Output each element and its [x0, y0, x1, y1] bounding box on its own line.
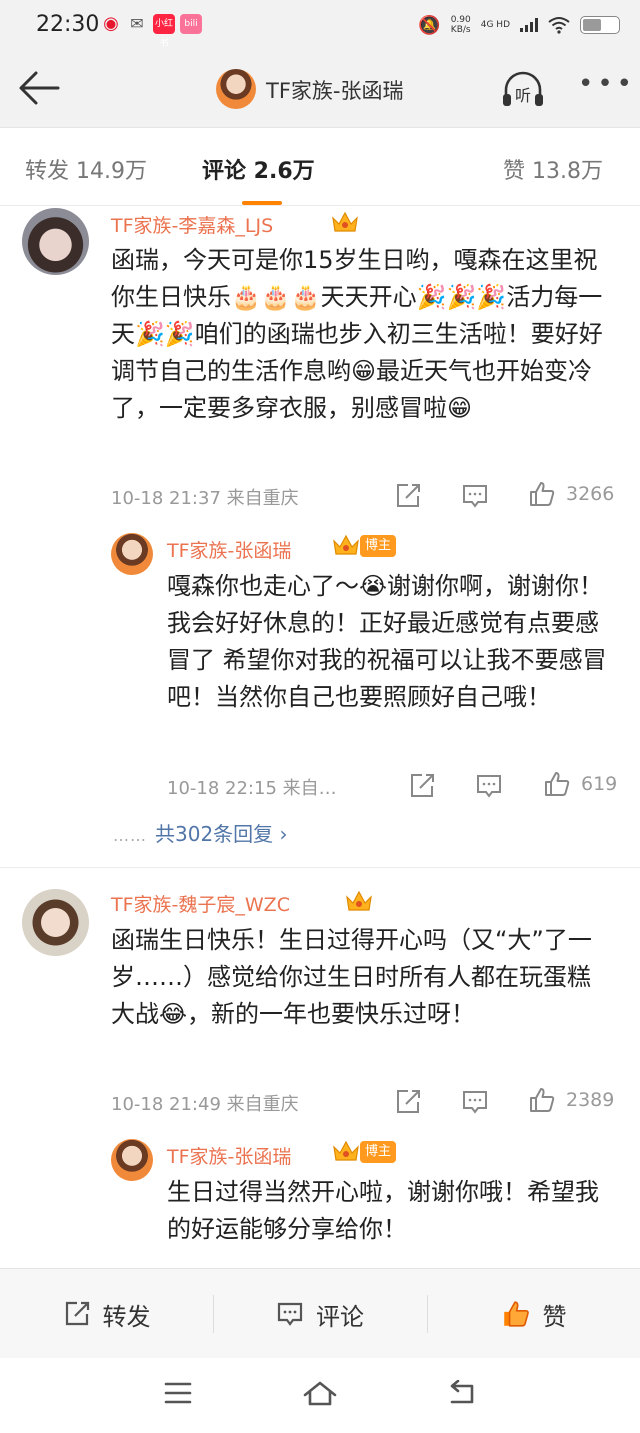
comment-icon	[277, 1302, 303, 1326]
signal-icon	[520, 18, 538, 32]
svg-text:听: 听	[515, 86, 531, 105]
like-button[interactable]: 赞	[427, 1269, 640, 1359]
tab-like[interactable]: 赞 13.8万	[503, 153, 603, 185]
menu-icon[interactable]	[164, 1380, 192, 1406]
active-tab-indicator	[242, 201, 282, 205]
repost-icon[interactable]	[394, 1088, 422, 1116]
view-more-replies-link[interactable]: …… 共302条回复 ›	[113, 818, 288, 847]
like-label: 赞	[542, 1302, 567, 1331]
headphones-listen-icon[interactable]: 听	[500, 70, 546, 110]
comment-meta: 10-18 21:37 来自重庆	[111, 488, 299, 509]
replier-name[interactable]: TF家族-张函瑞	[167, 536, 291, 563]
more-dots: ……	[113, 826, 147, 845]
reply-meta: 10-18 22:15 来自…	[167, 778, 337, 799]
header-avatar[interactable]	[216, 69, 256, 109]
wechat-notification-icon: ✉	[130, 14, 144, 33]
wifi-icon	[548, 17, 570, 34]
fan-crown-icon	[333, 1140, 359, 1161]
like-count: 3266	[566, 483, 615, 505]
author-badge: 博主	[360, 535, 396, 557]
weibo-notification-icon: ◉	[103, 13, 119, 34]
repost-icon	[65, 1301, 89, 1326]
commenter-name[interactable]: TF家族-魏子宸_WZC	[111, 890, 290, 917]
comment-icon[interactable]	[461, 1088, 489, 1116]
back-icon[interactable]	[446, 1380, 478, 1408]
like-count: 619	[581, 773, 618, 795]
bilibili-notification-icon: bili	[180, 14, 202, 34]
network-type: 4G HD	[480, 20, 510, 30]
repost-icon[interactable]	[408, 772, 436, 800]
tab-repost[interactable]: 转发 14.9万	[25, 153, 147, 185]
comment-button[interactable]: 评论	[213, 1269, 427, 1359]
page-title[interactable]: TF家族-张函瑞	[266, 75, 403, 105]
comment-label: 评论	[316, 1302, 364, 1331]
commenter-avatar[interactable]	[22, 208, 89, 275]
commenter-avatar[interactable]	[22, 889, 89, 956]
comment-meta: 10-18 21:49 来自重庆	[111, 1094, 299, 1115]
net-speed: 0.90 KB/s	[450, 15, 471, 35]
commenter-name[interactable]: TF家族-李嘉森_LJS	[111, 211, 273, 238]
fan-crown-icon	[333, 534, 359, 555]
fan-crown-icon	[332, 211, 358, 232]
bottom-action-bar: 转发 评论 赞	[0, 1268, 640, 1358]
status-bar: 22:30 ◉ ✉ 小红书 bili 🔕 0.90 KB/s 4G HD	[0, 0, 640, 50]
like-thumb-icon[interactable]	[528, 480, 556, 508]
fan-crown-icon	[346, 890, 372, 911]
home-icon[interactable]	[302, 1380, 338, 1408]
back-arrow-icon[interactable]	[16, 68, 62, 108]
comment-item: TF家族-李嘉森_LJS 函瑞，今天可是你15岁生日哟，嘎森在这里祝你生日快乐🎂…	[0, 206, 640, 868]
reply-text: 生日过得当然开心啦，谢谢你哦！希望我的好运能够分享给你！	[167, 1178, 599, 1243]
reply-text: 嘎森你也走心了～😭谢谢你啊，谢谢你！我会好好休息的！正好最近感觉有点要感冒了 希…	[167, 572, 607, 711]
comment-text: 函瑞，今天可是你15岁生日哟，嘎森在这里祝你生日快乐🎂🎂🎂天天开心🎉🎉🎉活力每一…	[111, 246, 603, 422]
repost-button[interactable]: 转发	[0, 1269, 213, 1359]
status-time: 22:30	[36, 12, 100, 37]
author-badge: 博主	[360, 1141, 396, 1163]
system-navigation-bar	[0, 1358, 640, 1433]
repost-label: 转发	[102, 1302, 151, 1331]
app-header: TF家族-张函瑞 听 •••	[0, 50, 640, 128]
like-thumb-icon[interactable]	[528, 1086, 556, 1114]
replier-name[interactable]: TF家族-张函瑞	[167, 1142, 291, 1169]
comment-text: 函瑞生日快乐！生日过得开心吗（又“大”了一岁……）感觉给你过生日时所有人都在玩蛋…	[111, 926, 592, 1028]
battery-icon	[580, 16, 620, 34]
xiaohongshu-notification-icon: 小红书	[153, 14, 175, 49]
like-count: 2389	[566, 1089, 615, 1111]
tab-bar: 转发 14.9万 评论 2.6万 赞 13.8万	[0, 128, 640, 206]
more-replies-label: 共302条回复 ›	[155, 822, 288, 846]
mute-icon: 🔕	[418, 14, 441, 36]
like-thumb-icon[interactable]	[543, 770, 571, 798]
comment-icon[interactable]	[475, 772, 503, 800]
tab-comment[interactable]: 评论 2.6万	[202, 153, 315, 185]
more-options-icon[interactable]: •••	[578, 71, 632, 104]
liked-thumb-icon	[503, 1301, 529, 1327]
comment-item: TF家族-魏子宸_WZC 函瑞生日快乐！生日过得开心吗（又“大”了一岁……）感觉…	[0, 868, 640, 1268]
replier-avatar[interactable]	[111, 533, 153, 575]
comment-icon[interactable]	[461, 482, 489, 510]
repost-icon[interactable]	[394, 482, 422, 510]
replier-avatar[interactable]	[111, 1139, 153, 1181]
